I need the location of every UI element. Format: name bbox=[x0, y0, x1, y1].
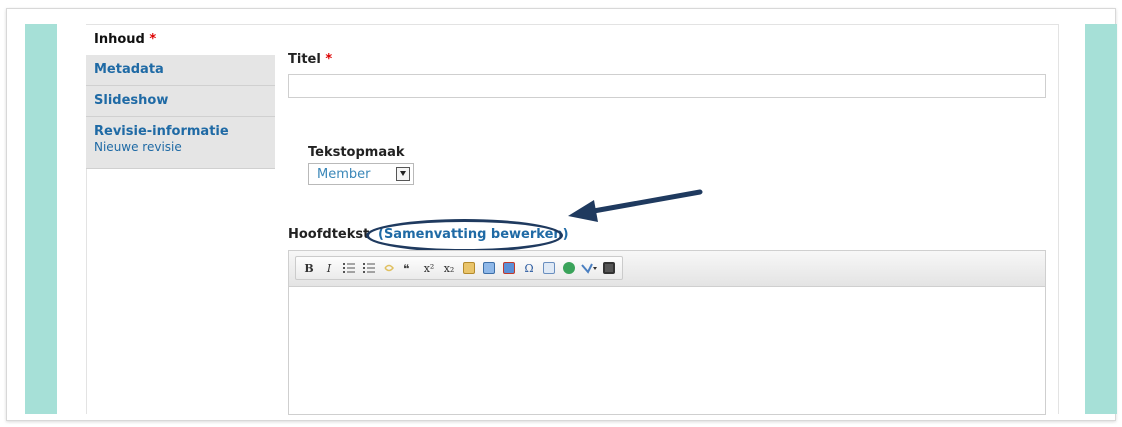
image-icon bbox=[483, 262, 495, 274]
spellcheck-icon bbox=[581, 263, 597, 274]
title-label-text: Titel bbox=[288, 52, 321, 67]
paste-icon bbox=[463, 262, 475, 274]
tab-revisie-sub: Nieuwe revisie bbox=[94, 140, 182, 154]
title-required-marker: * bbox=[325, 52, 333, 67]
body-label: Hoofdtekst bbox=[288, 227, 370, 242]
globe-icon bbox=[563, 262, 575, 274]
spellcheck-button[interactable] bbox=[579, 259, 599, 277]
tab-inhoud-label: Inhoud bbox=[94, 32, 145, 47]
numbered-list-icon bbox=[363, 263, 375, 273]
text-format-select[interactable]: Member bbox=[308, 163, 414, 185]
text-format-label: Tekstopmaak bbox=[308, 145, 405, 160]
blockquote-button[interactable]: ❝ bbox=[399, 259, 419, 277]
toolbar-button-group: B I ❝ x² x₂ Ω bbox=[295, 256, 623, 280]
left-accent-bar bbox=[25, 24, 57, 414]
tab-metadata-label: Metadata bbox=[94, 62, 164, 77]
outdent-button[interactable] bbox=[379, 259, 399, 277]
bulleted-list-button[interactable] bbox=[339, 259, 359, 277]
image-button[interactable] bbox=[479, 259, 499, 277]
tab-slideshow-label: Slideshow bbox=[94, 93, 169, 108]
fullscreen-icon bbox=[603, 262, 615, 274]
blockquote-icon: ❝ bbox=[403, 262, 409, 274]
table-icon bbox=[543, 262, 555, 274]
annotation-arrow-icon bbox=[568, 189, 703, 222]
svg-text:❝: ❝ bbox=[403, 262, 409, 274]
media-icon bbox=[503, 262, 515, 274]
special-char-button[interactable]: Ω bbox=[519, 259, 539, 277]
required-marker: * bbox=[149, 32, 157, 47]
tab-slideshow[interactable]: Slideshow bbox=[86, 86, 275, 117]
numbered-list-button[interactable] bbox=[359, 259, 379, 277]
outdent-icon bbox=[384, 264, 394, 272]
bulleted-list-icon bbox=[343, 263, 355, 273]
chevron-down-icon bbox=[396, 167, 410, 181]
superscript-button[interactable]: x² bbox=[419, 259, 439, 277]
subscript-button[interactable]: x₂ bbox=[439, 259, 459, 277]
tab-inhoud[interactable]: Inhoud * bbox=[86, 25, 275, 55]
globe-button[interactable] bbox=[559, 259, 579, 277]
title-input[interactable] bbox=[288, 74, 1046, 98]
title-label: Titel * bbox=[288, 52, 332, 67]
vertical-tabs: Inhoud * Metadata Slideshow Revisie-info… bbox=[86, 25, 275, 169]
table-button[interactable] bbox=[539, 259, 559, 277]
tab-metadata[interactable]: Metadata bbox=[86, 55, 275, 86]
annotation-ellipse bbox=[366, 219, 563, 252]
paste-button[interactable] bbox=[459, 259, 479, 277]
bold-button[interactable]: B bbox=[299, 259, 319, 277]
editor-toolbar: B I ❝ x² x₂ Ω bbox=[289, 251, 1045, 287]
right-accent-bar bbox=[1085, 24, 1117, 414]
media-button[interactable] bbox=[499, 259, 519, 277]
fullscreen-button[interactable] bbox=[599, 259, 619, 277]
body-editor[interactable]: B I ❝ x² x₂ Ω bbox=[288, 250, 1046, 415]
italic-button[interactable]: I bbox=[319, 259, 339, 277]
tab-revisie-informatie[interactable]: Revisie-informatie Nieuwe revisie bbox=[86, 117, 275, 169]
tab-revisie-label: Revisie-informatie bbox=[94, 124, 229, 139]
text-format-value: Member bbox=[317, 167, 371, 182]
